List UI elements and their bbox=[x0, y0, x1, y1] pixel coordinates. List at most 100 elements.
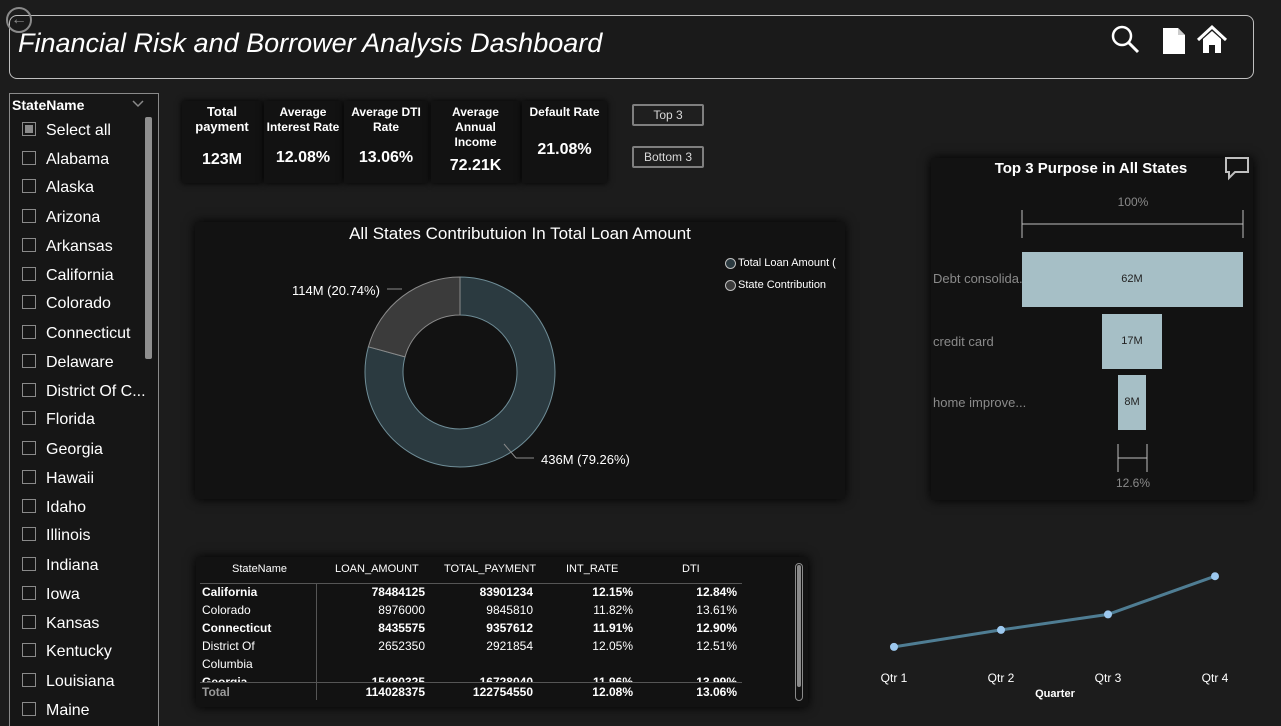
funnel-category-label: home improve... bbox=[933, 395, 1027, 410]
checkbox[interactable] bbox=[22, 295, 36, 309]
chevron-down-icon[interactable] bbox=[132, 98, 144, 108]
bottom-3-button[interactable]: Bottom 3 bbox=[632, 146, 704, 168]
checkbox[interactable] bbox=[22, 615, 36, 629]
slicer-item[interactable]: Alaska bbox=[22, 179, 94, 199]
table-cell-int: 12.15% bbox=[592, 585, 633, 599]
slicer-item-label: Maine bbox=[46, 702, 90, 719]
table-total-label: Total bbox=[202, 685, 230, 699]
slicer-item[interactable]: Arizona bbox=[22, 209, 100, 229]
slicer-item[interactable]: Idaho bbox=[22, 499, 86, 519]
checkbox[interactable] bbox=[22, 557, 36, 571]
checkbox[interactable] bbox=[22, 470, 36, 484]
checkbox[interactable] bbox=[22, 122, 36, 136]
donut-chart-title: All States Contributuion In Total Loan A… bbox=[349, 224, 691, 243]
table-total-loan: 114028375 bbox=[365, 685, 425, 699]
slicer-item[interactable]: District Of C... bbox=[22, 383, 146, 403]
line-point[interactable] bbox=[1104, 610, 1112, 619]
table-cell-dti: 12.90% bbox=[696, 621, 737, 635]
slicer-item[interactable]: Maine bbox=[22, 702, 90, 722]
slicer-item[interactable]: Delaware bbox=[22, 354, 114, 374]
line-point[interactable] bbox=[997, 625, 1005, 634]
top-3-button[interactable]: Top 3 bbox=[632, 104, 704, 126]
slicer-item-label: Kansas bbox=[46, 615, 100, 632]
slicer-item-label: Connecticut bbox=[46, 325, 131, 342]
slicer-item[interactable]: Louisiana bbox=[22, 673, 115, 693]
slicer-item[interactable]: Kentucky bbox=[22, 643, 112, 663]
table-cell-payment: 2921854 bbox=[486, 639, 533, 653]
line-x-tick-label: Qtr 2 bbox=[987, 671, 1015, 685]
table-total-payment: 122754550 bbox=[472, 685, 533, 699]
table-header-statename[interactable]: StateName bbox=[232, 563, 287, 575]
slicer-item-label: Delaware bbox=[46, 354, 114, 371]
table-header-total-payment[interactable]: TOTAL_PAYMENT bbox=[444, 563, 536, 575]
table-header-dti[interactable]: DTI bbox=[682, 563, 700, 575]
checkbox[interactable] bbox=[22, 673, 36, 687]
table-header-loan-amount[interactable]: LOAN_AMOUNT bbox=[335, 563, 419, 575]
checkbox[interactable] bbox=[22, 499, 36, 513]
table-scrollbar-thumb[interactable] bbox=[797, 565, 801, 687]
slicer-item[interactable]: Kansas bbox=[22, 615, 99, 635]
checkbox[interactable] bbox=[22, 441, 36, 455]
table-cell-int: 11.91% bbox=[592, 621, 633, 635]
slicer-item-label: Arkansas bbox=[46, 238, 113, 255]
document-icon[interactable] bbox=[1158, 22, 1192, 58]
table-total-dti: 13.06% bbox=[696, 685, 737, 699]
slicer-scrollbar[interactable] bbox=[145, 117, 152, 359]
checkbox[interactable] bbox=[22, 151, 36, 165]
table-cell-dti: 12.84% bbox=[696, 585, 737, 599]
back-arrow-icon[interactable]: ← bbox=[6, 7, 32, 33]
checkbox[interactable] bbox=[22, 267, 36, 281]
search-icon[interactable] bbox=[1108, 22, 1142, 58]
slicer-item[interactable]: Florida bbox=[22, 411, 95, 431]
table-cell-loan: 15480325 bbox=[371, 675, 425, 682]
slicer-item[interactable]: Illinois bbox=[22, 527, 90, 547]
slicer-item[interactable]: Colorado bbox=[22, 295, 111, 315]
checkbox[interactable] bbox=[22, 354, 36, 368]
checkbox[interactable] bbox=[22, 325, 36, 339]
funnel-bar[interactable]: 62M bbox=[1021, 252, 1243, 307]
line-x-tick-label: Qtr 3 bbox=[1094, 671, 1122, 685]
line-point[interactable] bbox=[1211, 572, 1219, 581]
legend-dot bbox=[725, 257, 736, 269]
table-cell-loan: 8976000 bbox=[378, 603, 425, 617]
funnel-top-percent: 100% bbox=[1117, 195, 1149, 209]
slicer-item[interactable]: Arkansas bbox=[22, 238, 113, 258]
checkbox[interactable] bbox=[22, 702, 36, 716]
checkbox[interactable] bbox=[22, 586, 36, 600]
page-title: Financial Risk and Borrower Analysis Das… bbox=[18, 28, 603, 58]
checkbox[interactable] bbox=[22, 411, 36, 425]
kpi-value: 12.08% bbox=[275, 149, 331, 166]
line-point[interactable] bbox=[890, 642, 898, 651]
slicer-item[interactable]: Georgia bbox=[22, 441, 103, 461]
table-cell-state: District Of bbox=[202, 639, 255, 653]
slicer-item[interactable]: Select all bbox=[22, 122, 111, 142]
slicer-item[interactable]: Alabama bbox=[22, 151, 109, 171]
funnel-top-bracket bbox=[1021, 210, 1244, 238]
table-body[interactable]: California 78484125 83901234 12.15% 12.84% Co… bbox=[196, 584, 796, 682]
slicer-item-label: California bbox=[46, 267, 114, 284]
table-header-int-rate[interactable]: INT_RATE bbox=[566, 563, 618, 575]
slicer-item[interactable]: California bbox=[22, 267, 114, 287]
line-series bbox=[893, 574, 1216, 649]
legend-item-total-loan[interactable]: Total Loan Amount ( bbox=[725, 257, 836, 269]
donut-label-small: 114M (20.74%) bbox=[292, 283, 380, 298]
checkbox[interactable] bbox=[22, 527, 36, 541]
funnel-bar[interactable]: 17M bbox=[1101, 314, 1163, 369]
kpi-value: 13.06% bbox=[358, 149, 414, 166]
checkbox[interactable] bbox=[22, 383, 36, 397]
table-cell-payment: 83901234 bbox=[479, 585, 533, 599]
funnel-bar[interactable]: 8M bbox=[1117, 375, 1147, 430]
home-icon[interactable] bbox=[1195, 22, 1229, 58]
slicer-item[interactable]: Hawaii bbox=[22, 470, 94, 490]
slicer-item[interactable]: Indiana bbox=[22, 557, 99, 577]
comment-icon[interactable] bbox=[1223, 155, 1251, 181]
slicer-item[interactable]: Iowa bbox=[22, 586, 80, 606]
checkbox[interactable] bbox=[22, 643, 36, 657]
legend-label: Total Loan Amount ( bbox=[738, 257, 836, 269]
kpi-value: 21.08% bbox=[537, 141, 592, 158]
checkbox[interactable] bbox=[22, 238, 36, 252]
legend-item-state-contribution[interactable]: State Contribution bbox=[725, 279, 826, 291]
checkbox[interactable] bbox=[22, 179, 36, 193]
checkbox[interactable] bbox=[22, 209, 36, 223]
slicer-item[interactable]: Connecticut bbox=[22, 325, 131, 345]
